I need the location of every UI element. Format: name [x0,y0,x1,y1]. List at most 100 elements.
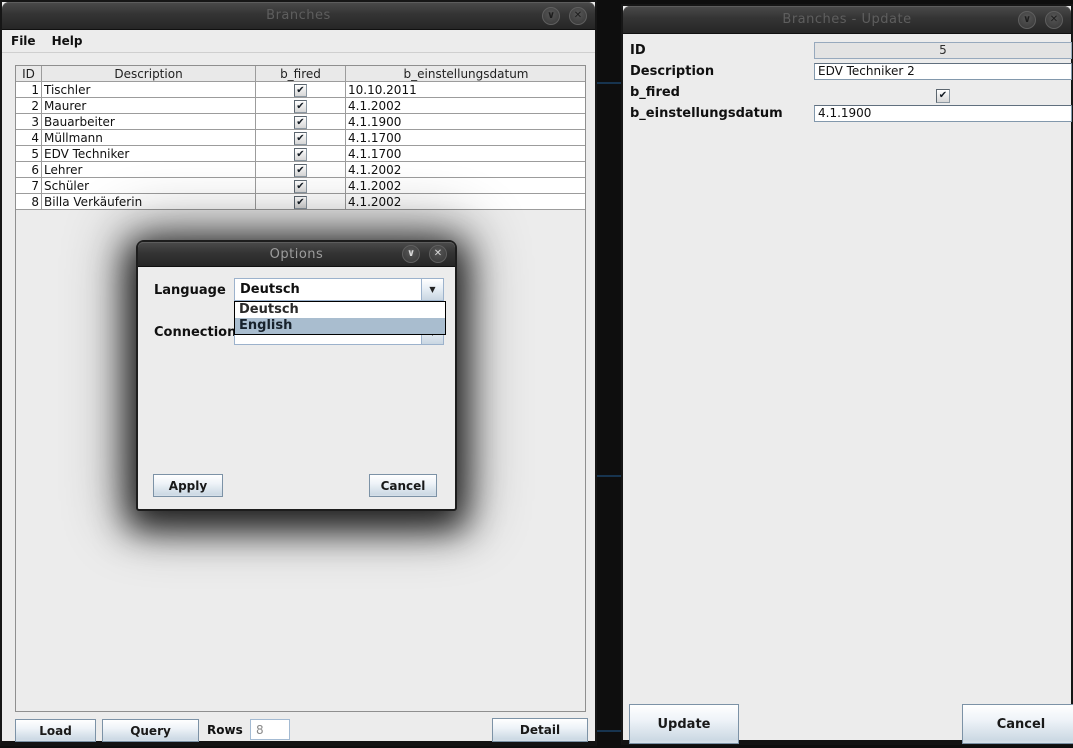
rows-value: 8 [256,723,264,737]
field-label-b_fired: b_fired [630,85,680,100]
table-row[interactable]: 3Bauarbeiter ✔ 4.1.1900 [16,114,586,130]
cell-b-fired[interactable]: ✔ [256,130,346,146]
table-row[interactable]: 7Schüler ✔ 4.1.2002 [16,178,586,194]
language-dropdown-popup: DeutschEnglish [234,301,446,335]
update-button[interactable]: Update [629,704,739,744]
field-row: b_einstellungsdatum4.1.1900 [623,103,1071,124]
table-row[interactable]: 2Maurer ✔ 4.1.2002 [16,98,586,114]
cell-b-fired[interactable]: ✔ [256,98,346,114]
checkbox-icon[interactable]: ✔ [294,84,307,97]
field-label-id: ID [630,43,646,58]
field-input-id: 5 [814,42,1072,59]
window-title: Branches [266,8,331,23]
cell-date[interactable]: 4.1.2002 [346,162,587,178]
language-label: Language [154,283,226,298]
column-header-description[interactable]: Description [42,66,256,82]
checkbox-icon[interactable]: ✔ [294,132,307,145]
table-row[interactable]: 4Müllmann ✔ 4.1.1700 [16,130,586,146]
checkbox-icon[interactable]: ✔ [294,164,307,177]
desktop-accent-line [597,82,621,84]
cancel-button[interactable]: Cancel [962,704,1073,744]
update-form: ID 5 Description EDV Techniker 2 b_fired ✔b_e… [623,40,1071,124]
close-button[interactable]: ✕ [429,245,447,263]
column-header-b_einstellungsdatum[interactable]: b_einstellungsdatum [346,66,587,82]
cell-id[interactable]: 7 [16,178,42,194]
cell-description[interactable]: Billa Verkäuferin [42,194,256,210]
cell-id[interactable]: 3 [16,114,42,130]
cell-date[interactable]: 4.1.1700 [346,130,587,146]
update-titlebar[interactable]: Branches - Update ∨ ✕ [623,6,1071,34]
cell-b-fired[interactable]: ✔ [256,162,346,178]
cell-id[interactable]: 1 [16,82,42,98]
checkbox-icon[interactable]: ✔ [294,116,307,129]
cell-date[interactable]: 4.1.1700 [346,146,587,162]
b-fired-checkbox[interactable]: ✔ [936,89,950,103]
cell-description[interactable]: Maurer [42,98,256,114]
dropdown-item-english[interactable]: English [235,318,445,334]
options-titlebar[interactable]: Options ∨ ✕ [138,242,455,267]
field-row: ID 5 [623,40,1071,61]
column-header-id[interactable]: ID [16,66,42,82]
field-row: Description EDV Techniker 2 [623,61,1071,82]
cell-description[interactable]: Bauarbeiter [42,114,256,130]
cell-b-fired[interactable]: ✔ [256,114,346,130]
chevron-down-icon: ∨ [407,249,415,259]
table-row[interactable]: 6Lehrer ✔ 4.1.2002 [16,162,586,178]
query-button[interactable]: Query [102,719,199,742]
field-input-description[interactable]: EDV Techniker 2 [814,63,1072,80]
cell-date[interactable]: 4.1.2002 [346,178,587,194]
table-row[interactable]: 1Tischler ✔ 10.10.2011 [16,82,586,98]
chevron-down-icon[interactable]: ▼ [421,279,443,300]
cell-date[interactable]: 10.10.2011 [346,82,587,98]
checkbox-icon[interactable]: ✔ [294,180,307,193]
cell-b-fired[interactable]: ✔ [256,194,346,210]
rows-input[interactable]: 8 [250,719,290,740]
cell-description[interactable]: Lehrer [42,162,256,178]
close-icon: ✕ [434,249,442,259]
cell-id[interactable]: 6 [16,162,42,178]
options-dialog: Options ∨ ✕ Language Connection ▼ Deutsc… [136,240,457,511]
load-button[interactable]: Load [15,719,96,742]
checkbox-icon[interactable]: ✔ [294,196,307,209]
cell-id[interactable]: 2 [16,98,42,114]
cell-id[interactable]: 5 [16,146,42,162]
cell-id[interactable]: 4 [16,130,42,146]
language-combobox-value: Deutsch [235,279,421,300]
cell-date[interactable]: 4.1.2002 [346,98,587,114]
field-row: b_fired ✔ [623,82,1071,103]
shade-button[interactable]: ∨ [402,245,420,263]
cell-date[interactable]: 4.1.2002 [346,194,587,210]
cell-description[interactable]: Tischler [42,82,256,98]
cell-description[interactable]: Müllmann [42,130,256,146]
apply-button[interactable]: Apply [153,474,223,497]
cell-b-fired[interactable]: ✔ [256,146,346,162]
shade-button[interactable]: ∨ [542,7,560,25]
field-label-description: Description [630,64,714,79]
cancel-button-label: Cancel [381,479,426,493]
detail-button[interactable]: Detail [492,718,588,742]
language-combobox[interactable]: Deutsch ▼ [234,278,444,301]
table-row[interactable]: 8Billa Verkäuferin ✔ 4.1.2002 [16,194,586,210]
desktop-accent-line [597,730,621,732]
branches-titlebar[interactable]: Branches ∨ ✕ [2,2,595,30]
close-button[interactable]: ✕ [1045,11,1063,29]
menu-help[interactable]: Help [52,34,83,48]
cancel-button[interactable]: Cancel [369,474,437,497]
close-button[interactable]: ✕ [569,7,587,25]
cell-b-fired[interactable]: ✔ [256,82,346,98]
field-input-b_einstellungsdatum[interactable]: 4.1.1900 [814,105,1072,122]
cell-id[interactable]: 8 [16,194,42,210]
shade-button[interactable]: ∨ [1018,11,1036,29]
cell-description[interactable]: Schüler [42,178,256,194]
cancel-button-label: Cancel [997,717,1046,732]
checkbox-icon[interactable]: ✔ [294,148,307,161]
cell-b-fired[interactable]: ✔ [256,178,346,194]
column-header-b_fired[interactable]: b_fired [256,66,346,82]
checkbox-icon[interactable]: ✔ [294,100,307,113]
dropdown-item-deutsch[interactable]: Deutsch [235,302,445,318]
cell-date[interactable]: 4.1.1900 [346,114,587,130]
cell-description[interactable]: EDV Techniker [42,146,256,162]
table-row[interactable]: 5EDV Techniker ✔ 4.1.1700 [16,146,586,162]
menu-file[interactable]: File [11,34,36,48]
branches-update-window: Branches - Update ∨ ✕ ID 5 Description EDV … [621,4,1073,745]
